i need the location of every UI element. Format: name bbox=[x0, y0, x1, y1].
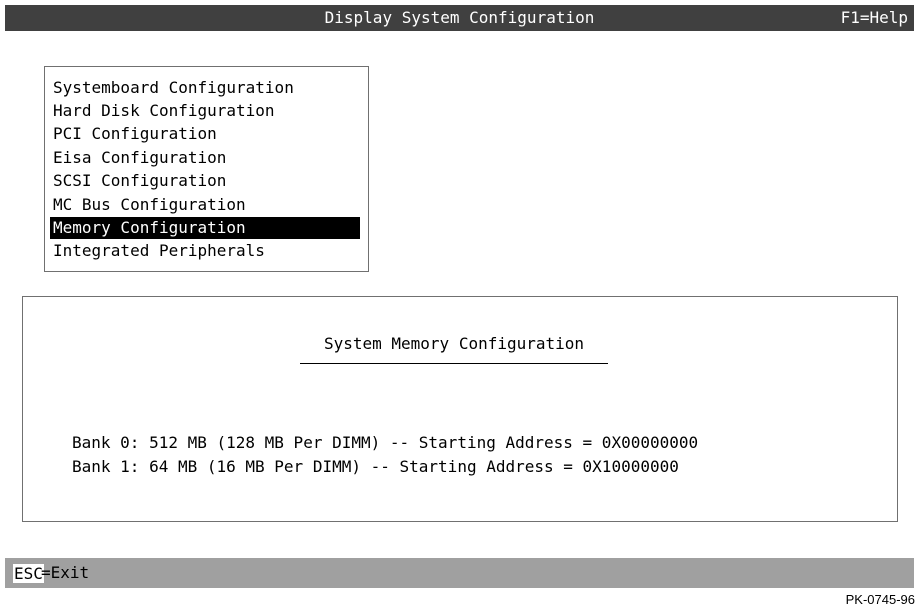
help-hint[interactable]: F1=Help bbox=[841, 5, 908, 31]
menu-item-systemboard[interactable]: Systemboard Configuration bbox=[50, 77, 360, 99]
window-title: Display System Configuration bbox=[324, 8, 595, 27]
bank-1-line: Bank 1: 64 MB (16 MB Per DIMM) -- Starti… bbox=[72, 457, 679, 476]
menu-item-integrated-peripherals[interactable]: Integrated Peripherals bbox=[50, 240, 360, 262]
panel-title: System Memory Configuration bbox=[323, 334, 585, 353]
menu-item-eisa[interactable]: Eisa Configuration bbox=[50, 147, 360, 169]
menu-item-hard-disk[interactable]: Hard Disk Configuration bbox=[50, 100, 360, 122]
menu-item-scsi[interactable]: SCSI Configuration bbox=[50, 170, 360, 192]
menu-item-mc-bus[interactable]: MC Bus Configuration bbox=[50, 194, 360, 216]
esc-key-label[interactable]: ESC bbox=[13, 564, 44, 583]
figure-id: PK-0745-96 bbox=[845, 592, 915, 607]
title-bar: Display System Configuration F1=Help bbox=[5, 5, 914, 31]
bank-0-line: Bank 0: 512 MB (128 MB Per DIMM) -- Star… bbox=[72, 433, 699, 452]
memory-config-panel: System Memory Configuration Bank 0: 512 … bbox=[22, 296, 898, 522]
config-menu: Systemboard Configuration Hard Disk Conf… bbox=[44, 66, 369, 272]
exit-action-label: =Exit bbox=[41, 563, 90, 582]
panel-title-underline bbox=[300, 363, 608, 364]
menu-item-pci[interactable]: PCI Configuration bbox=[50, 123, 360, 145]
menu-item-memory[interactable]: Memory Configuration bbox=[50, 217, 360, 239]
status-bar: ESC =Exit bbox=[5, 558, 914, 588]
